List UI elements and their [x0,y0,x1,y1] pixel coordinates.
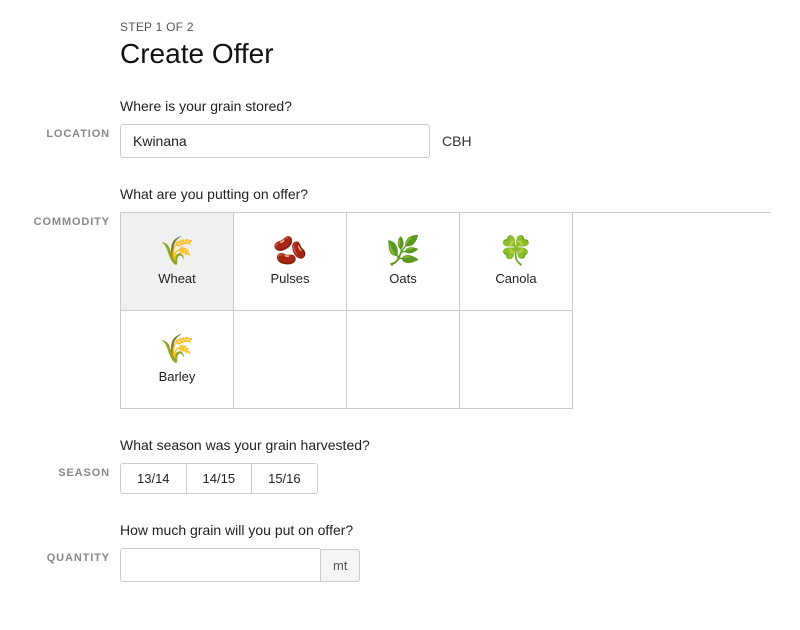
commodity-grid: 🌾 Wheat 🫘 Pulses 🌿 Oats 🍀 Canola 🌾 [120,212,770,409]
page-container: STEP 1 OF 2 Create Offer LOCATION Where … [0,0,800,630]
pulses-label: Pulses [270,271,309,286]
season-row: SEASON What season was your grain harves… [120,437,770,494]
quantity-field-group: How much grain will you put on offer? mt [120,522,770,582]
oats-icon: 🌿 [386,237,421,265]
commodity-canola[interactable]: 🍀 Canola [460,213,573,311]
location-input-wrap: CBH [120,124,770,158]
commodity-empty-1 [234,311,347,409]
season-side-label: SEASON [20,467,110,479]
oats-label: Oats [389,271,416,286]
location-tag: CBH [442,133,472,149]
commodity-empty-3 [460,311,573,409]
season-question: What season was your grain harvested? [120,437,770,453]
commodity-pulses[interactable]: 🫘 Pulses [234,213,347,311]
location-side-label: LOCATION [20,128,110,140]
location-field-group: Where is your grain stored? CBH [120,98,770,158]
location-question: Where is your grain stored? [120,98,770,114]
commodity-question: What are you putting on offer? [120,186,770,202]
commodity-side-label: COMMODITY [20,216,110,228]
commodity-empty-2 [347,311,460,409]
canola-icon: 🍀 [499,237,534,265]
wheat-label: Wheat [158,271,196,286]
season-btn-1314[interactable]: 13/14 [120,463,187,494]
season-group: 13/14 14/15 15/16 [120,463,770,494]
quantity-question: How much grain will you put on offer? [120,522,770,538]
quantity-input[interactable] [120,548,320,582]
commodity-field-group: What are you putting on offer? 🌾 Wheat 🫘… [120,186,770,409]
location-row: LOCATION Where is your grain stored? CBH [120,98,770,158]
quantity-wrap: mt [120,548,770,582]
season-field-group: What season was your grain harvested? 13… [120,437,770,494]
quantity-unit: mt [320,549,360,582]
commodity-barley[interactable]: 🌾 Barley [121,311,234,409]
commodity-oats[interactable]: 🌿 Oats [347,213,460,311]
pulses-icon: 🫘 [273,237,308,265]
quantity-row: QUANTITY How much grain will you put on … [120,522,770,582]
quantity-side-label: QUANTITY [20,552,110,564]
wheat-icon: 🌾 [160,237,195,265]
season-btn-1516[interactable]: 15/16 [251,463,318,494]
commodity-row: COMMODITY What are you putting on offer?… [120,186,770,409]
step-label: STEP 1 OF 2 [120,20,770,34]
location-input[interactable] [120,124,430,158]
season-btn-1415[interactable]: 14/15 [186,463,253,494]
commodity-wheat[interactable]: 🌾 Wheat [121,213,234,311]
barley-label: Barley [159,369,196,384]
page-title: Create Offer [120,38,770,70]
canola-label: Canola [495,271,536,286]
barley-icon: 🌾 [160,335,195,363]
